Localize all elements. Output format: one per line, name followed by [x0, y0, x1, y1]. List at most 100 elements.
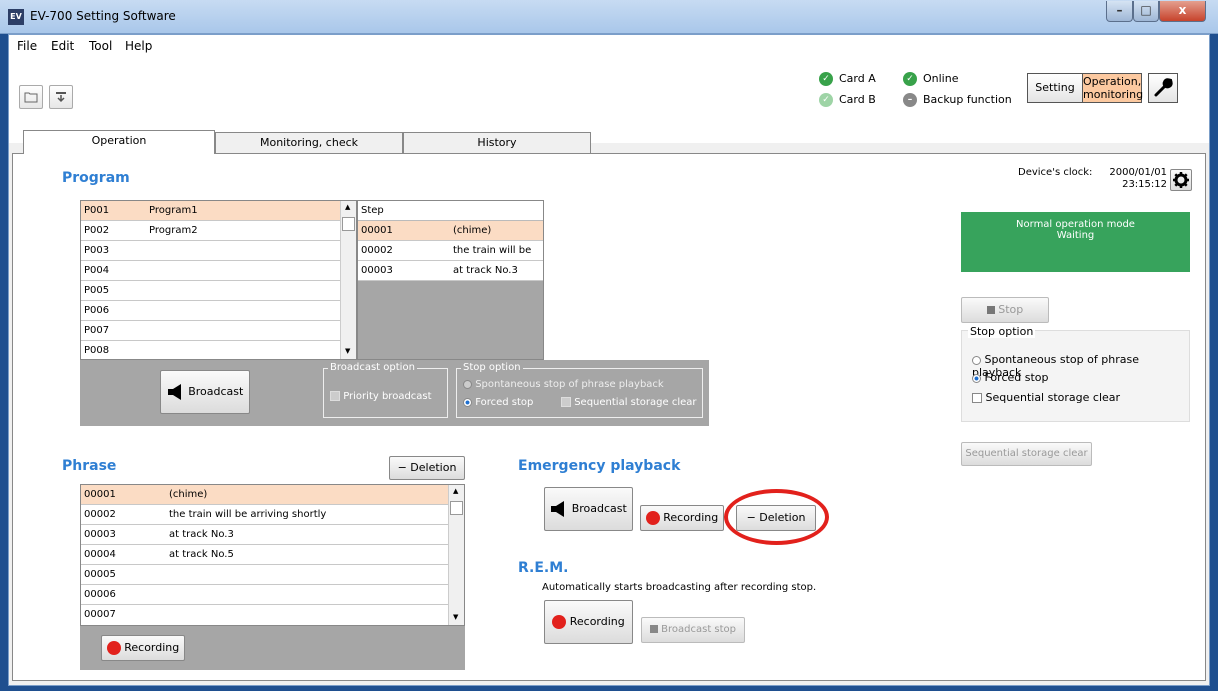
stop-option-panel: Stop option Spontaneous stop of phrase p… [961, 325, 1190, 422]
group-label: Stop option [968, 325, 1036, 338]
tool-button[interactable] [1148, 73, 1178, 103]
close-button[interactable]: x [1159, 1, 1206, 22]
list-item[interactable]: P006 [81, 301, 356, 321]
radio[interactable] [463, 379, 472, 389]
operation-panel: Program P001 Program1 P002 Program2 P003 P… [12, 153, 1206, 681]
option-label: Priority broadcast [343, 391, 432, 402]
list-item[interactable]: P002 Program2 [81, 221, 356, 241]
item-text: at track No.3 [169, 529, 234, 540]
emergency-broadcast-button[interactable]: Broadcast [544, 487, 633, 531]
program-broadcast-button[interactable]: Broadcast [160, 370, 250, 414]
checkbox[interactable] [972, 393, 982, 403]
item-id: P006 [84, 305, 110, 316]
list-item[interactable]: 00001 (chime) [358, 221, 543, 241]
spontaneous-stop-radio[interactable]: Spontaneous stop of phrase playback [463, 379, 664, 390]
radio[interactable] [463, 397, 472, 407]
rem-recording-button[interactable]: Recording [544, 600, 633, 644]
list-item[interactable]: 00004 at track No.5 [81, 545, 464, 565]
item-text: at track No.3 [453, 265, 518, 276]
broadcast-option-group: Broadcast option Priority broadcast [323, 362, 448, 418]
setting-mode-button[interactable]: Setting [1027, 73, 1083, 103]
button-label: Recording [663, 511, 719, 524]
scroll-thumb[interactable] [342, 217, 355, 231]
rem-broadcast-stop-button[interactable]: Broadcast stop [641, 617, 745, 643]
scrollbar[interactable]: ▲ ▼ [340, 201, 356, 359]
list-item[interactable]: 00003 at track No.3 [81, 525, 464, 545]
download-button[interactable] [49, 85, 73, 109]
client-area: File Edit Tool Help ✓ Card A ✓ Card B ✓ … [8, 34, 1210, 686]
menu-file[interactable]: File [17, 39, 37, 53]
option-label: Forced stop [984, 371, 1049, 384]
list-item[interactable]: 00006 [81, 585, 464, 605]
open-folder-button[interactable] [19, 85, 43, 109]
item-text: (chime) [169, 489, 208, 500]
mode-line1: Normal operation mode [1016, 219, 1135, 230]
scrollbar[interactable]: ▲ ▼ [448, 485, 464, 625]
phrase-deletion-button[interactable]: − Deletion [389, 456, 465, 480]
record-icon [552, 615, 567, 629]
list-item[interactable]: 00007 [81, 605, 464, 625]
maximize-button[interactable]: □ [1133, 1, 1159, 22]
minimize-button[interactable]: – [1106, 1, 1133, 22]
radio[interactable] [972, 373, 981, 383]
program-controls: Broadcast Broadcast option Priority broa… [80, 360, 709, 426]
emergency-title: Emergency playback [518, 458, 681, 474]
item-id: 00001 [84, 489, 116, 500]
gear-icon [1173, 172, 1189, 188]
list-item[interactable]: P008 [81, 341, 356, 361]
checkbox[interactable] [561, 397, 571, 407]
button-label: Recording [569, 615, 625, 628]
list-item[interactable]: 00005 [81, 565, 464, 585]
clock-settings-button[interactable] [1170, 169, 1192, 191]
scroll-down-icon: ▼ [345, 347, 351, 355]
list-item[interactable]: 00002 the train will be arriving shortly [81, 505, 464, 525]
checkbox[interactable] [330, 391, 340, 401]
item-id: 00001 [361, 225, 393, 236]
stop-button[interactable]: Stop [961, 297, 1049, 323]
phrase-recording-button[interactable]: Recording [101, 635, 185, 661]
option-label: Sequential storage clear [985, 391, 1121, 404]
menu-edit[interactable]: Edit [51, 39, 74, 53]
forced-stop-radio[interactable]: Forced stop [463, 397, 533, 408]
list-item[interactable]: 00001 (chime) [81, 485, 464, 505]
online-status: Online [923, 72, 959, 85]
clock-date: 2000/01/01 [1109, 167, 1167, 178]
mode-line2: Waiting [1056, 230, 1095, 241]
scroll-thumb[interactable] [450, 501, 463, 515]
operation-mode-button[interactable]: Operation, monitoring [1082, 73, 1143, 103]
list-item[interactable]: P004 [81, 261, 356, 281]
step-list: Step 00001 (chime) 00002 the train will be… [357, 200, 544, 360]
backup-status: Backup function [923, 93, 1012, 106]
minus-icon: − [397, 461, 407, 474]
list-item[interactable]: P003 [81, 241, 356, 261]
emergency-recording-button[interactable]: Recording [640, 505, 724, 531]
sequential-clear-checkbox[interactable]: Sequential storage clear [972, 391, 1120, 404]
menu-help[interactable]: Help [125, 39, 152, 53]
priority-broadcast-option[interactable]: Priority broadcast [330, 391, 432, 402]
card-a-status: Card A [839, 72, 876, 85]
forced-stop-radio[interactable]: Forced stop [972, 371, 1049, 384]
tab-history[interactable]: History [403, 132, 591, 154]
item-id: P008 [84, 345, 110, 356]
list-item[interactable]: 00002the train will be arriving shortly [358, 241, 543, 275]
tab-operation[interactable]: Operation [23, 130, 215, 154]
list-item[interactable]: P007 [81, 321, 356, 341]
item-text: the train will be arriving shortly [169, 509, 327, 520]
item-id: P004 [84, 265, 110, 276]
speaker-icon [551, 501, 565, 517]
list-item[interactable]: 00003 at track No.3 [358, 261, 543, 281]
sequential-clear-option[interactable]: Sequential storage clear [561, 397, 696, 408]
item-text: (chime) [453, 225, 492, 236]
radio[interactable] [972, 355, 981, 365]
sequential-clear-button[interactable]: Sequential storage clear [961, 442, 1092, 466]
item-text: at track No.5 [169, 549, 234, 560]
menu-tool[interactable]: Tool [89, 39, 112, 53]
item-id: P007 [84, 325, 110, 336]
download-icon [56, 91, 66, 102]
item-id: P001 [84, 205, 110, 216]
list-item[interactable]: P001 Program1 [81, 201, 356, 221]
item-id: 00002 [84, 509, 116, 520]
check-icon: ✓ [819, 93, 833, 107]
tab-monitoring[interactable]: Monitoring, check [215, 132, 403, 154]
list-item[interactable]: P005 [81, 281, 356, 301]
